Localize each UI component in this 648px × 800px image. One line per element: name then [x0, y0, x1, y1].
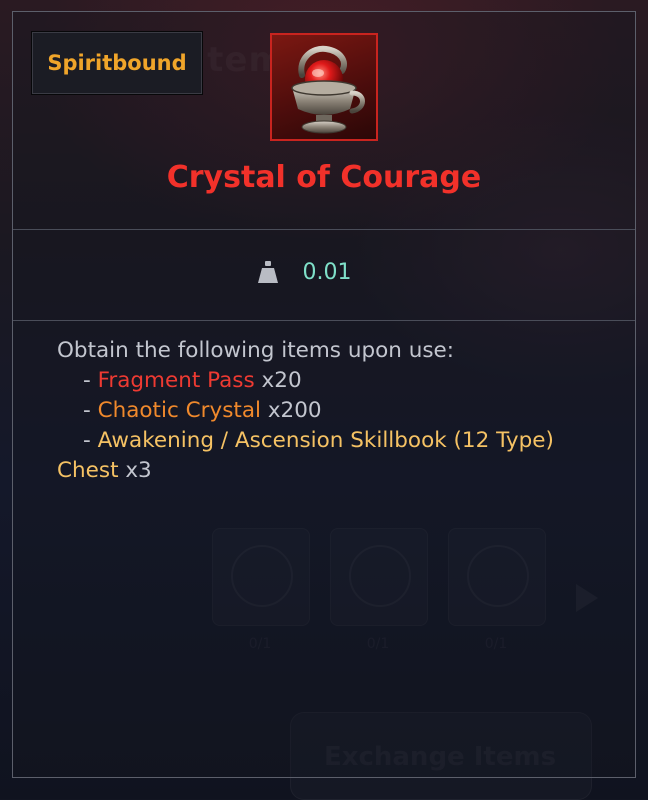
- reward-line-continued: Chest x3: [57, 456, 617, 486]
- crystal-chalice-icon: [270, 33, 378, 141]
- reward-prefix: -: [83, 368, 98, 393]
- reward-prefix: -: [83, 428, 98, 453]
- reward-item-name-wrap: Chest: [57, 458, 119, 483]
- item-name: Crystal of Courage: [166, 160, 482, 195]
- reward-quantity: x3: [118, 458, 152, 483]
- reward-prefix: -: [83, 398, 98, 423]
- section-divider: [13, 229, 635, 230]
- reward-quantity: x200: [260, 398, 322, 423]
- reward-item-name: Chaotic Crystal: [97, 398, 261, 423]
- bound-status-badge: Spiritbound: [31, 31, 203, 95]
- reward-line: - Fragment Pass x20: [57, 366, 617, 396]
- section-divider: [13, 320, 635, 321]
- reward-item-name: Awakening / Ascension Skillbook (12 Type…: [97, 428, 554, 453]
- item-description: Obtain the following items upon use: - F…: [57, 336, 617, 486]
- reward-item-name: Fragment Pass: [97, 368, 255, 393]
- reward-line: - Awakening / Ascension Skillbook (12 Ty…: [57, 426, 617, 456]
- item-weight-row: 0.01: [0, 252, 648, 292]
- reward-quantity: x20: [254, 368, 302, 393]
- item-weight-value: 0.01: [302, 259, 352, 285]
- reward-line: - Chaotic Crystal x200: [57, 396, 617, 426]
- weight-icon: [257, 261, 278, 283]
- description-intro: Obtain the following items upon use:: [57, 338, 455, 363]
